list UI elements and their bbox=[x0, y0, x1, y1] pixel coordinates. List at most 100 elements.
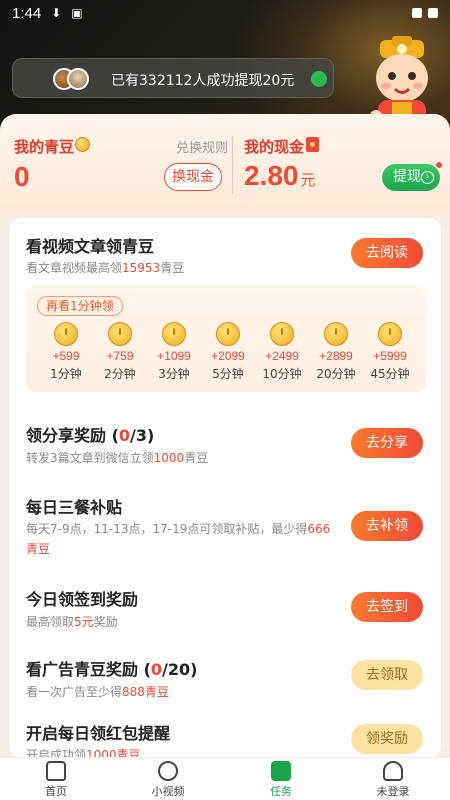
desc-text: 青豆 bbox=[160, 261, 185, 275]
timer-reward-item[interactable]: +599 1分钟 bbox=[39, 322, 93, 382]
wallet-card bbox=[0, 114, 450, 216]
status-time: 1:44 bbox=[12, 4, 42, 22]
desc-highlight: 888青豆 bbox=[122, 685, 169, 699]
task-title: 看广告青豆奖励 (0/20) bbox=[26, 656, 197, 680]
desc-text: 奖励 bbox=[93, 615, 118, 629]
timer-reward-item[interactable]: +5999 45分钟 bbox=[363, 322, 417, 382]
cash-title: 我的现金 bbox=[244, 138, 305, 156]
task-title: 开启每日领红包提醒 bbox=[26, 724, 171, 743]
desc-text: 看一次广告至少得 bbox=[26, 685, 123, 699]
read-button[interactable]: 去阅读 bbox=[351, 238, 423, 268]
beans-title: 我的青豆 bbox=[14, 138, 75, 156]
desc-highlight: 15953 bbox=[122, 261, 161, 275]
task-desc: 看一次广告至少得888青豆 bbox=[26, 682, 169, 702]
timer-bonus: +2499 bbox=[265, 349, 299, 363]
tab-profile[interactable]: 未登录 bbox=[353, 761, 433, 799]
task-desc: 每天7-9点，11-13点，17-19点可领取补贴，最少得666青豆 bbox=[26, 519, 336, 559]
timer-rewards: 再看1分钟领 +599 1分钟 +759 2分钟 +1099 3分钟 +2099… bbox=[26, 286, 426, 392]
title-text: 看广告青豆奖励 ( bbox=[26, 660, 151, 679]
red-packet-icon bbox=[306, 137, 319, 152]
tab-home[interactable]: 首页 bbox=[16, 761, 96, 799]
coin-timer-icon bbox=[54, 322, 78, 346]
user-avatars bbox=[53, 68, 97, 90]
beans-balance: 0 bbox=[14, 161, 30, 192]
timer-label: 2分钟 bbox=[104, 367, 136, 381]
timer-reward-item[interactable]: +1099 3分钟 bbox=[147, 322, 201, 382]
desc-highlight: 5元 bbox=[74, 615, 94, 629]
coin-timer-icon bbox=[216, 322, 240, 346]
coin-timer-icon bbox=[324, 322, 348, 346]
timer-bonus: +599 bbox=[52, 349, 80, 363]
app-notification-icon: ▣ bbox=[71, 6, 83, 20]
download-icon: ⬇ bbox=[51, 6, 62, 20]
cash-amount: 2.80 bbox=[244, 160, 299, 191]
task-reminder: 开启每日领红包提醒 开启成功领1000青豆 领奖励 bbox=[9, 712, 441, 758]
notification-dot bbox=[435, 161, 443, 169]
video-play-icon bbox=[158, 761, 178, 781]
title-text: /3) bbox=[130, 426, 155, 445]
task-checkin: 今日领签到奖励 最高领取5元奖励 去签到 bbox=[9, 572, 441, 642]
coin-timer-icon bbox=[270, 322, 294, 346]
share-button[interactable]: 去分享 bbox=[351, 428, 423, 458]
bottom-tab-bar: 首页 小视频 任务 未登录 bbox=[0, 757, 450, 800]
task-title: 看视频文章领青豆 bbox=[26, 237, 155, 256]
checkin-button[interactable]: 去签到 bbox=[351, 592, 423, 622]
status-indicators bbox=[412, 8, 438, 18]
timer-bonus: +2899 bbox=[319, 349, 353, 363]
ad-claim-button[interactable]: 去领取 bbox=[351, 660, 423, 690]
user-icon bbox=[383, 761, 403, 781]
timer-label: 45分钟 bbox=[370, 367, 410, 381]
reminder-reward-button[interactable]: 领奖励 bbox=[351, 724, 423, 754]
withdraw-label: 提现 bbox=[393, 169, 421, 185]
meal-claim-button[interactable]: 去补领 bbox=[351, 511, 423, 541]
desc-text: 转发3篇文章到微信立领 bbox=[26, 451, 154, 465]
timer-reward-item[interactable]: +2099 5分钟 bbox=[201, 322, 255, 382]
tab-label: 小视频 bbox=[151, 785, 185, 798]
desc-text: 看文章视频最高领 bbox=[26, 261, 123, 275]
timer-reward-item[interactable]: +2499 10分钟 bbox=[255, 322, 309, 382]
tab-short-video[interactable]: 小视频 bbox=[128, 761, 208, 799]
timer-tag: 再看1分钟领 bbox=[37, 296, 123, 316]
timer-label: 3分钟 bbox=[158, 367, 190, 381]
timer-reward-item[interactable]: +759 2分钟 bbox=[93, 322, 147, 382]
timer-bonus: +1099 bbox=[157, 349, 191, 363]
timer-label: 5分钟 bbox=[212, 367, 244, 381]
task-desc: 最高领取5元奖励 bbox=[26, 612, 118, 632]
notice-text: 已有332112人成功提现20元 bbox=[111, 73, 295, 89]
exchange-cash-button[interactable]: 换现金 bbox=[164, 163, 222, 191]
task-read-videos: 看视频文章领青豆 看文章视频最高领15953青豆 去阅读 再看1分钟领 +599… bbox=[9, 218, 441, 398]
timer-label: 10分钟 bbox=[262, 367, 302, 381]
timer-bonus: +2099 bbox=[211, 349, 245, 363]
desc-text: 青豆 bbox=[184, 451, 209, 465]
task-desc: 看文章视频最高领15953青豆 bbox=[26, 258, 184, 278]
cash-balance: 2.80 元 bbox=[244, 160, 316, 192]
tab-tasks[interactable]: 任务 bbox=[241, 761, 321, 799]
timer-reward-item[interactable]: +2899 20分钟 bbox=[309, 322, 363, 382]
timer-bonus: +759 bbox=[106, 349, 134, 363]
withdraw-button[interactable]: 提现 › bbox=[382, 161, 443, 191]
task-title: 每日三餐补贴 bbox=[26, 498, 123, 517]
home-icon bbox=[46, 761, 66, 781]
battery-icon bbox=[428, 8, 438, 18]
task-desc: 转发3篇文章到微信立领1000青豆 bbox=[26, 448, 208, 468]
task-title: 今日领签到奖励 bbox=[26, 590, 139, 609]
desc-text: 每天7-9点，11-13点，17-19点可领取补贴，最少得 bbox=[26, 522, 308, 536]
wifi-icon bbox=[412, 8, 422, 18]
tab-label: 任务 bbox=[270, 785, 292, 798]
task-list: 看视频文章领青豆 看文章视频最高领15953青豆 去阅读 再看1分钟领 +599… bbox=[9, 218, 441, 758]
task-watch-ads: 看广告青豆奖励 (0/20) 看一次广告至少得888青豆 去领取 bbox=[9, 642, 441, 712]
avatar bbox=[67, 68, 89, 90]
task-title: 领分享奖励 (0/3) bbox=[26, 422, 154, 446]
status-bar: 1:44 ⬇ ▣ bbox=[0, 0, 450, 26]
timer-label: 20分钟 bbox=[316, 367, 356, 381]
task-icon bbox=[271, 761, 291, 781]
coin-icon bbox=[75, 137, 90, 152]
withdraw-notice[interactable]: 已有332112人成功提现20元 bbox=[12, 58, 334, 98]
coin-timer-icon bbox=[108, 322, 132, 346]
desc-text: 最高领取 bbox=[26, 615, 75, 629]
tab-label: 首页 bbox=[45, 785, 67, 798]
cash-unit: 元 bbox=[300, 172, 316, 189]
exchange-rules-link[interactable]: 兑换规则 bbox=[176, 137, 228, 156]
wallet-divider bbox=[232, 136, 233, 194]
title-text: 领分享奖励 ( bbox=[26, 426, 119, 445]
